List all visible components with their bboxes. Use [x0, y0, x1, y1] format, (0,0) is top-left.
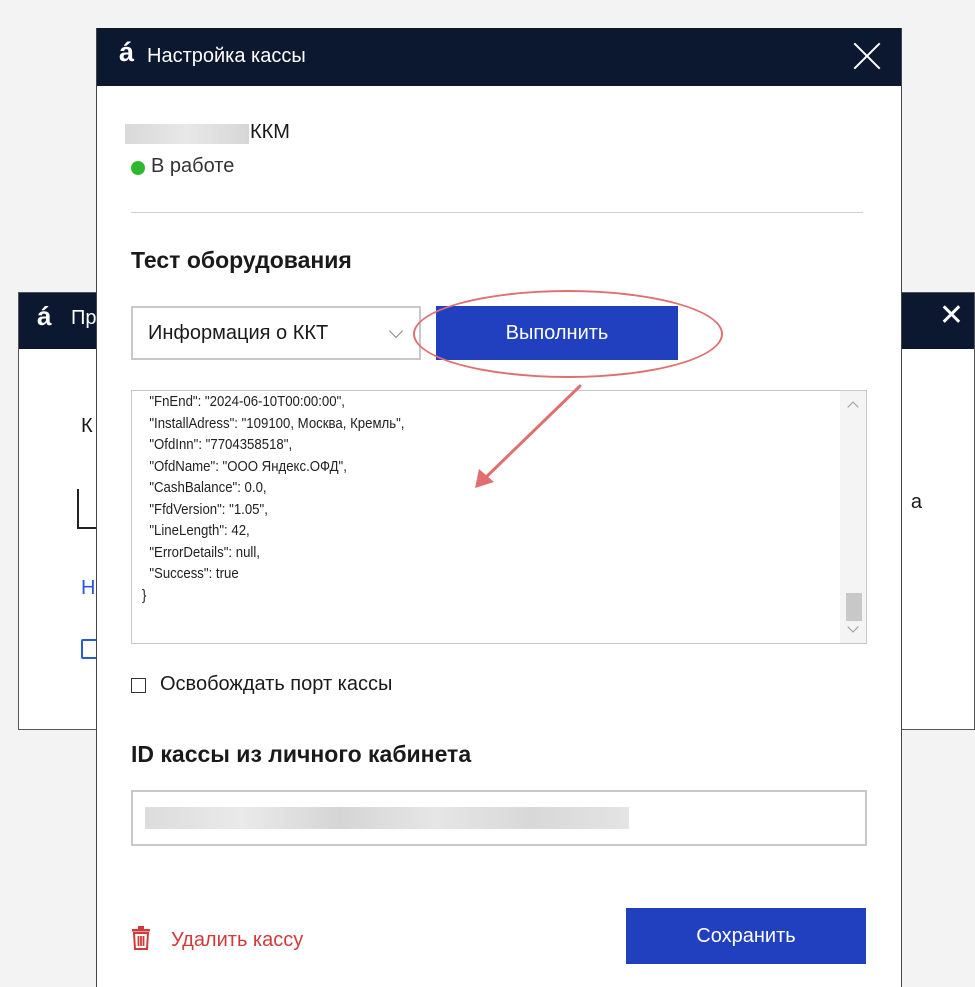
background-window-title: Пр: [71, 307, 97, 329]
output-line: "Success": true: [142, 565, 239, 582]
delete-register-label: Удалить кассу: [171, 929, 304, 951]
register-settings-dialog: á Настройка кассы ККМ В работе Тест обор…: [96, 28, 902, 987]
app-logo: á: [37, 301, 52, 331]
register-id-input[interactable]: [131, 790, 867, 846]
annotation-arrow: [475, 384, 582, 488]
background-close-icon[interactable]: ✕: [939, 301, 964, 331]
output-line: "ErrorDetails": null,: [142, 543, 260, 561]
trash-icon: [132, 926, 150, 950]
output-line: }: [142, 586, 147, 604]
register-id-heading: ID кассы из личного кабинета: [131, 741, 472, 767]
background-text-fragment: К: [81, 415, 93, 437]
redacted-register-id: [145, 807, 629, 829]
save-button[interactable]: Сохранить: [626, 908, 866, 964]
release-port-checkbox[interactable]: [131, 678, 146, 693]
background-text-fragment: а: [910, 491, 922, 513]
scroll-thumb[interactable]: [846, 593, 862, 621]
background-link-fragment[interactable]: Н: [81, 577, 95, 600]
release-port-label: Освобождать порт кассы: [160, 673, 393, 695]
scroll-down-icon[interactable]: [847, 621, 859, 633]
background-device-icon: [77, 489, 97, 529]
